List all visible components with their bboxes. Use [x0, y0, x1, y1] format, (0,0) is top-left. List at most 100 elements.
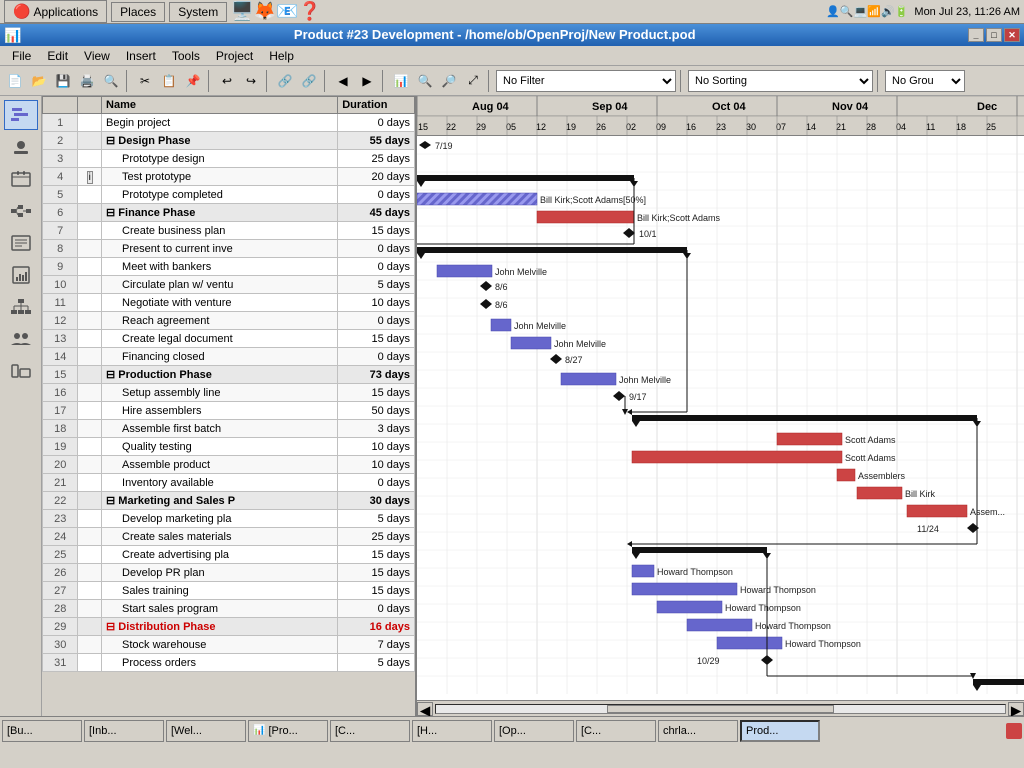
hscroll-thumb[interactable]	[607, 705, 835, 713]
maximize-button[interactable]: □	[986, 28, 1002, 42]
sidebar-report-icon[interactable]	[4, 260, 38, 290]
task-row[interactable]: 31Process orders5 days	[43, 654, 415, 672]
task-icon	[78, 654, 102, 672]
system-menu[interactable]: System	[169, 2, 227, 22]
unlink-button[interactable]: 🔗	[298, 70, 320, 92]
taskbar-op[interactable]: [Op...	[494, 720, 574, 742]
bar-7	[437, 265, 492, 277]
task-row[interactable]: 21Inventory available0 days	[43, 474, 415, 492]
task-row[interactable]: 22⊟ Marketing and Sales P30 days	[43, 492, 415, 510]
zoom-out-button[interactable]: 🔎	[438, 70, 460, 92]
sidebar-team-icon[interactable]	[4, 324, 38, 354]
task-row[interactable]: 5Prototype completed0 days	[43, 186, 415, 204]
taskbar-prod-label: Prod...	[746, 725, 778, 737]
taskbar-inb[interactable]: [Inb...	[84, 720, 164, 742]
task-row[interactable]: 20Assemble product10 days	[43, 456, 415, 474]
taskbar-c1[interactable]: [C...	[330, 720, 410, 742]
link-button[interactable]: 🔗	[274, 70, 296, 92]
save-button[interactable]: 💾	[52, 70, 74, 92]
horizontal-scrollbar[interactable]: ◀ ▶	[417, 700, 1024, 716]
sidebar-network-icon[interactable]	[4, 196, 38, 226]
taskbar-c2[interactable]: [C...	[576, 720, 656, 742]
task-row[interactable]: 26Develop PR plan15 days	[43, 564, 415, 582]
task-num: 19	[43, 438, 78, 456]
task-row[interactable]: 17Hire assemblers50 days	[43, 402, 415, 420]
task-row[interactable]: 15⊟ Production Phase73 days	[43, 366, 415, 384]
sidebar-gantt-icon[interactable]	[4, 100, 38, 130]
sidebar-wbs-icon[interactable]	[4, 292, 38, 322]
places-menu[interactable]: Places	[111, 2, 165, 22]
task-row[interactable]: 29⊟ Distribution Phase16 days	[43, 618, 415, 636]
task-row[interactable]: 13Create legal document15 days	[43, 330, 415, 348]
menu-tools[interactable]: Tools	[164, 48, 208, 64]
task-row[interactable]: 8Present to current inve0 days	[43, 240, 415, 258]
forward-button[interactable]: ▶	[356, 70, 378, 92]
taskbar-bu[interactable]: [Bu...	[2, 720, 82, 742]
menu-view[interactable]: View	[76, 48, 118, 64]
task-row[interactable]: 28Start sales program0 days	[43, 600, 415, 618]
sidebar-resource-icon[interactable]	[4, 132, 38, 162]
task-icon	[78, 564, 102, 582]
sidebar-calendar-icon[interactable]	[4, 164, 38, 194]
task-row[interactable]: 18Assemble first batch3 days	[43, 420, 415, 438]
hscroll-right[interactable]: ▶	[1008, 702, 1024, 716]
task-name: Negotiate with venture	[102, 294, 338, 312]
task-row[interactable]: 2⊟ Design Phase55 days	[43, 132, 415, 150]
undo-button[interactable]: ↩	[216, 70, 238, 92]
task-row[interactable]: 27Sales training15 days	[43, 582, 415, 600]
task-row[interactable]: 3Prototype design25 days	[43, 150, 415, 168]
print-button[interactable]: 🖨️	[76, 70, 98, 92]
gantt-view-button[interactable]: 📊	[390, 70, 412, 92]
back-button[interactable]: ◀	[332, 70, 354, 92]
applications-menu[interactable]: 🔴 Applications	[4, 0, 107, 23]
hscroll-left[interactable]: ◀	[417, 702, 433, 716]
taskbar-wel[interactable]: [Wel...	[166, 720, 246, 742]
task-icon	[78, 600, 102, 618]
task-row[interactable]: 11Negotiate with venture10 days	[43, 294, 415, 312]
task-row[interactable]: 10Circulate plan w/ ventu5 days	[43, 276, 415, 294]
zoom-in-button[interactable]: 🔍	[414, 70, 436, 92]
menu-insert[interactable]: Insert	[118, 48, 164, 64]
redo-button[interactable]: ↪	[240, 70, 262, 92]
taskbar-pro1[interactable]: 📊 [Pro...	[248, 720, 328, 742]
task-row[interactable]: 24Create sales materials25 days	[43, 528, 415, 546]
new-button[interactable]: 📄	[4, 70, 26, 92]
menu-help[interactable]: Help	[261, 48, 302, 64]
sidebar-resource2-icon[interactable]	[4, 356, 38, 386]
cut-button[interactable]: ✂	[134, 70, 156, 92]
task-row[interactable]: 6⊟ Finance Phase45 days	[43, 204, 415, 222]
task-row[interactable]: 19Quality testing10 days	[43, 438, 415, 456]
task-row[interactable]: 14Financing closed0 days	[43, 348, 415, 366]
paste-button[interactable]: 📌	[182, 70, 204, 92]
menu-edit[interactable]: Edit	[39, 48, 76, 64]
menu-file[interactable]: File	[4, 48, 39, 64]
sort-select[interactable]: No Sorting	[688, 70, 873, 92]
task-row[interactable]: 12Reach agreement0 days	[43, 312, 415, 330]
hscroll-track[interactable]	[435, 704, 1006, 714]
task-num: 6	[43, 204, 78, 222]
print-preview-button[interactable]: 🔍	[100, 70, 122, 92]
taskbar-close-btn[interactable]	[1006, 723, 1022, 739]
task-row[interactable]: 30Stock warehouse7 days	[43, 636, 415, 654]
task-row[interactable]: 4iTest prototype20 days	[43, 168, 415, 186]
gantt-body[interactable]: 7/19 Bill Kirk;Scott Adams[50%] Bill Kir…	[417, 136, 1024, 700]
task-row[interactable]: 9Meet with bankers0 days	[43, 258, 415, 276]
phase-bar-22	[632, 547, 767, 553]
taskbar-prod[interactable]: Prod...	[740, 720, 820, 742]
filter-select[interactable]: No Filter	[496, 70, 676, 92]
menu-project[interactable]: Project	[208, 48, 261, 64]
copy-button[interactable]: 📋	[158, 70, 180, 92]
task-row[interactable]: 23Develop marketing pla5 days	[43, 510, 415, 528]
taskbar-h[interactable]: [H...	[412, 720, 492, 742]
task-row[interactable]: 16Setup assembly line15 days	[43, 384, 415, 402]
sidebar-task-icon[interactable]	[4, 228, 38, 258]
task-row[interactable]: 25Create advertising pla15 days	[43, 546, 415, 564]
close-button[interactable]: ✕	[1004, 28, 1020, 42]
taskbar-chr[interactable]: chrla...	[658, 720, 738, 742]
task-row[interactable]: 7Create business plan15 days	[43, 222, 415, 240]
open-button[interactable]: 📂	[28, 70, 50, 92]
fit-button[interactable]: ⤢	[462, 70, 484, 92]
minimize-button[interactable]: _	[968, 28, 984, 42]
task-row[interactable]: 1Begin project0 days	[43, 114, 415, 132]
group-select[interactable]: No Grou	[885, 70, 965, 92]
